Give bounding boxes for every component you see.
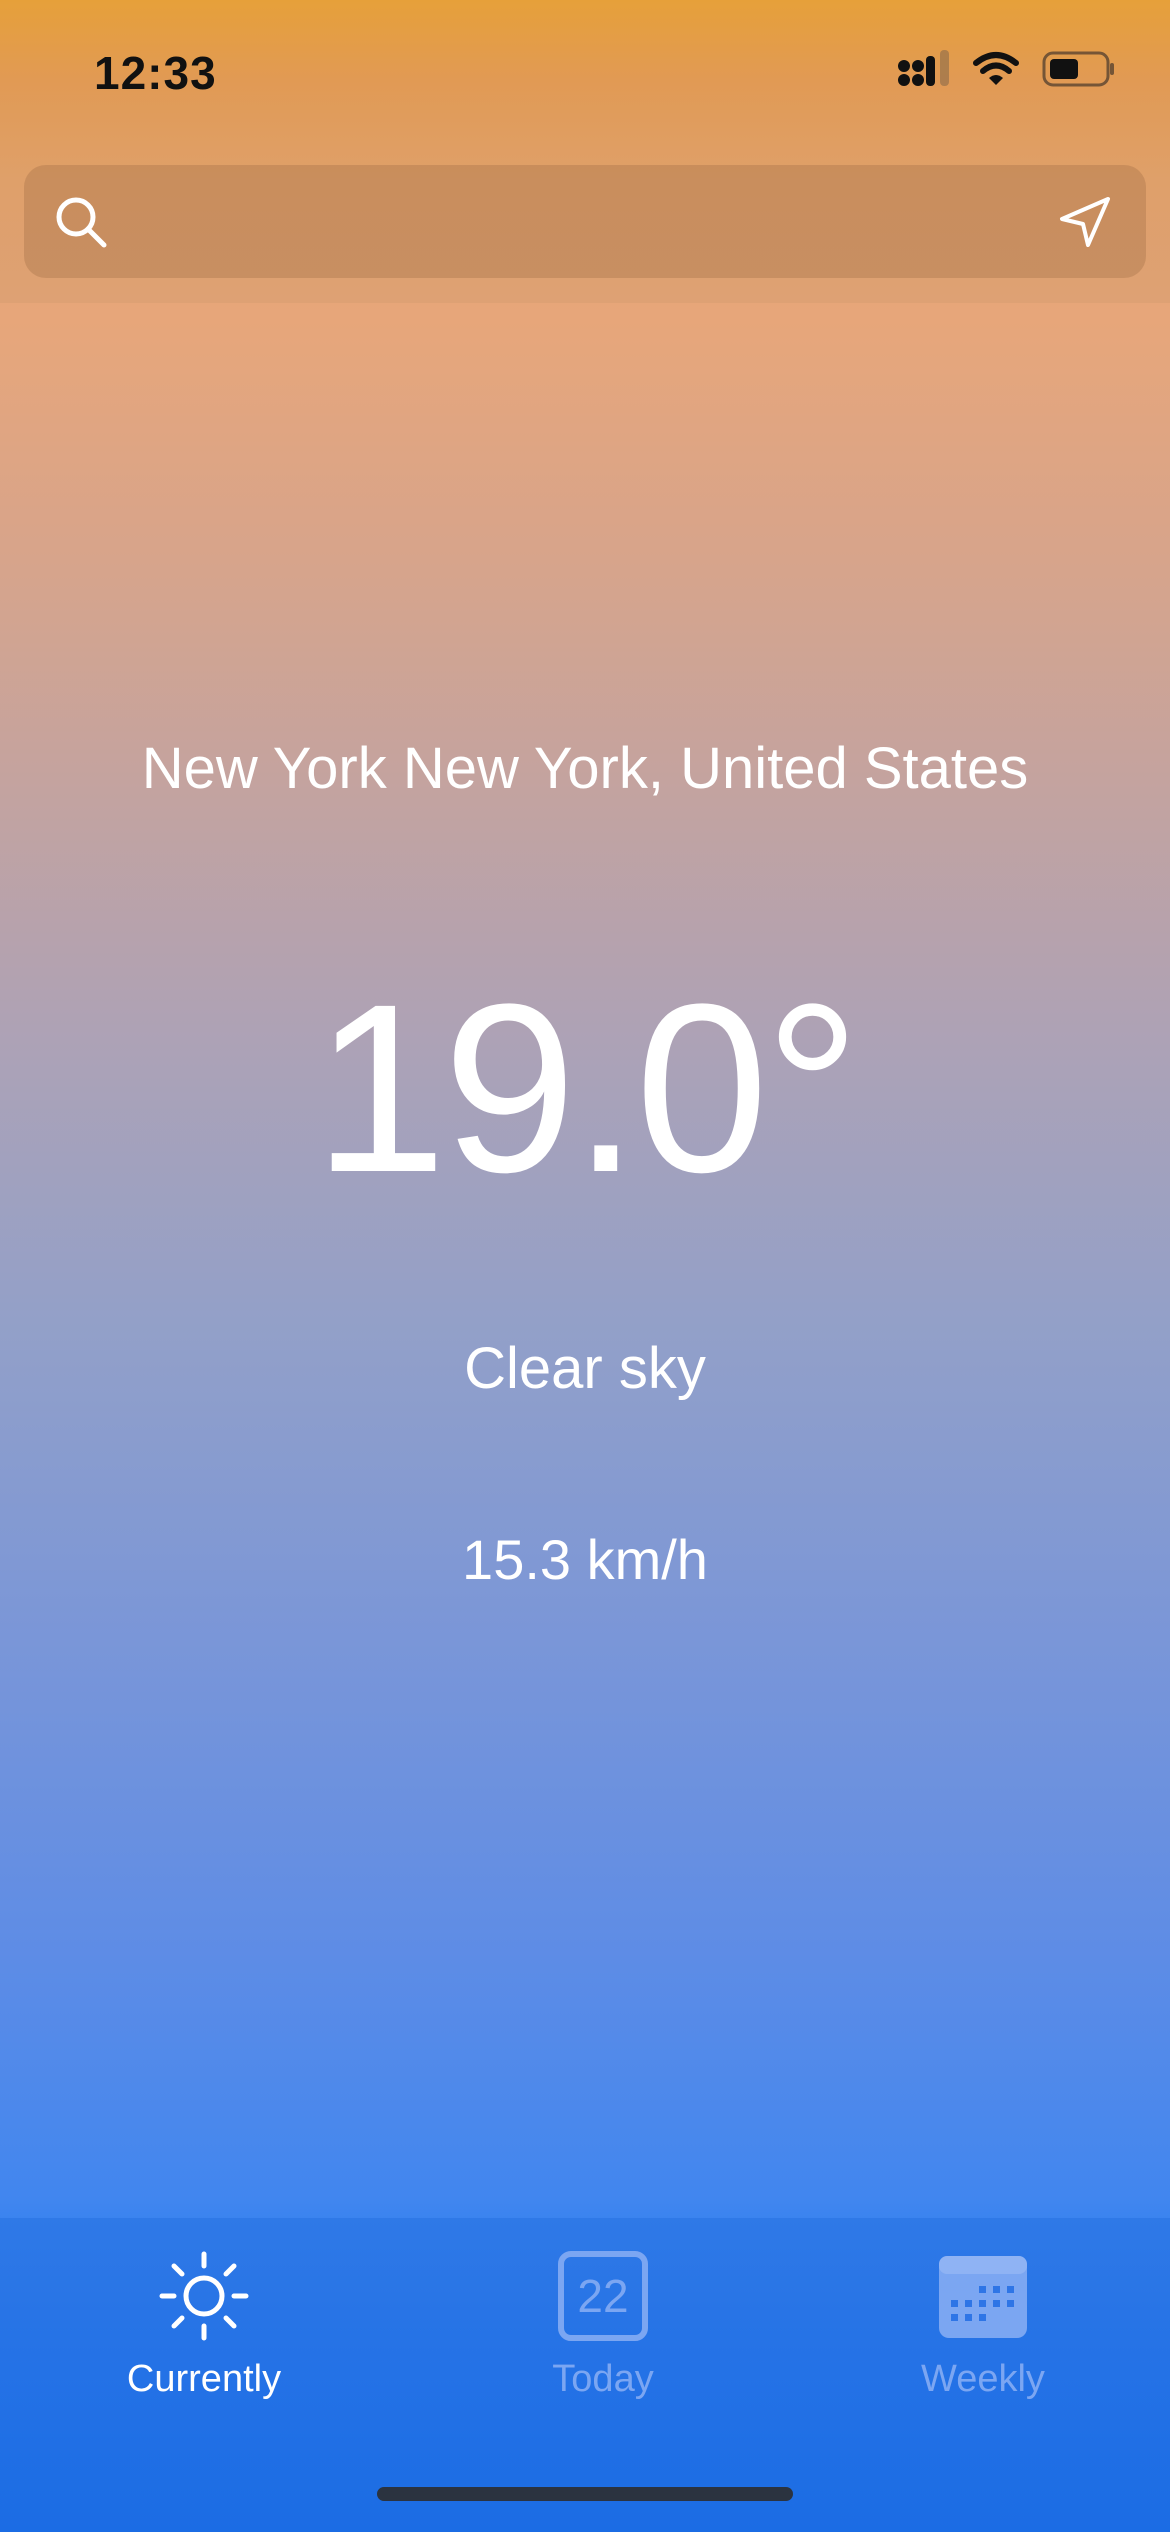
search-icon[interactable]	[52, 193, 110, 251]
temperature: 19.0°	[313, 954, 860, 1222]
tab-currently[interactable]: Currently	[44, 2248, 364, 2428]
weather-screen: 12:33 New York New York, United States 1…	[0, 0, 1170, 2532]
weather-condition: Clear sky	[464, 1336, 706, 1401]
battery-icon	[1042, 51, 1114, 87]
status-time: 12:33	[94, 47, 217, 99]
tab-label-weekly: Weekly	[921, 2358, 1045, 2400]
search-bar[interactable]	[24, 165, 1146, 278]
tab-label-today: Today	[552, 2358, 654, 2400]
tab-today[interactable]: 22 Today	[443, 2248, 763, 2428]
calendar-grid-icon	[939, 2256, 1027, 2338]
sun-icon	[159, 2251, 249, 2341]
calendar-day-icon: 22	[558, 2251, 648, 2341]
wifi-icon	[973, 52, 1019, 85]
wind-speed: 15.3 km/h	[462, 1528, 708, 1591]
header: 12:33	[0, 0, 1170, 303]
tab-weekly[interactable]: Weekly	[823, 2248, 1143, 2428]
tab-label-currently: Currently	[126, 2358, 282, 2400]
signal-icon	[898, 50, 949, 86]
status-bar: 12:33	[0, 0, 1170, 150]
status-icons	[898, 50, 1116, 88]
home-indicator[interactable]	[377, 2487, 793, 2501]
location-arrow-icon[interactable]	[1056, 193, 1114, 251]
tab-bar: Currently 22 Today Weekly	[0, 2218, 1170, 2532]
calendar-day-number: 22	[577, 2270, 628, 2322]
location-name: New York New York, United States	[141, 736, 1029, 801]
search-input[interactable]	[124, 187, 1004, 257]
